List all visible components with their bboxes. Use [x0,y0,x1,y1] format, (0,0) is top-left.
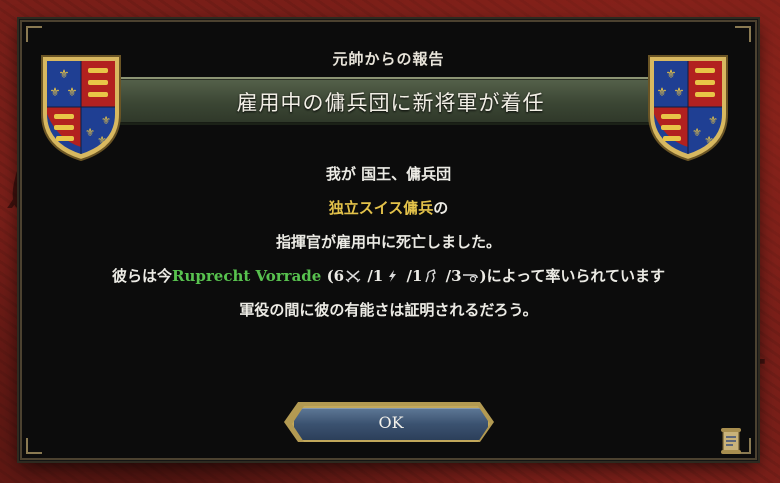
body-line-5: 軍役の間に彼の有能さは証明されるだろう。 [239,301,538,319]
coat-of-arms-icon: ⚜ ⚜ ⚜ ⚜ ⚜ ⚜ [41,55,121,162]
body-line-1: 我が 国王、傭兵団 [325,165,452,183]
svg-text:⚜: ⚜ [704,134,714,147]
shock-stat: /1 [362,267,384,285]
fire-stat: 6 [333,267,345,285]
siege-stat: /3 [440,267,462,285]
svg-text:⚜: ⚜ [97,134,107,147]
scroll-icon[interactable] [720,427,742,455]
horse-icon [425,269,437,283]
lightning-icon [389,270,397,282]
body-line-3: 指揮官が雇用中に死亡しました。 [275,233,501,251]
svg-text:⚜: ⚜ [50,85,61,99]
body-line-4-prefix: 彼らは今 [112,267,173,285]
dialog-title: 雇用中の傭兵団に新将軍が着任 [236,91,545,115]
dialog-corner [26,438,42,454]
coat-of-arms-icon: ⚜ ⚜ ⚜ ⚜ ⚜ ⚜ [648,55,728,162]
body-line-2-suffix: の [433,199,449,217]
body-line-2: 独立スイス傭兵の [22,191,755,225]
dialog-corner [735,26,751,42]
svg-text:⚜: ⚜ [692,126,702,139]
ok-button[interactable]: OK [292,406,490,442]
svg-text:⚜: ⚜ [101,114,111,127]
stats-open: ( [321,267,334,285]
maneuver-stat: /1 [401,267,423,285]
svg-text:⚜: ⚜ [708,114,718,127]
mercenary-unit-name: 独立スイス傭兵 [328,199,434,217]
svg-text:⚜: ⚜ [67,85,78,99]
event-dialog: 元帥からの報告 雇用中の傭兵団に新将軍が着任 ⚜ ⚜ ⚜ ⚜ ⚜ ⚜ ⚜ ⚜ ⚜… [20,20,757,460]
cannon-icon [462,274,478,283]
dialog-body: 我が 国王、傭兵団 独立スイス傭兵の 指揮官が雇用中に死亡しました。 彼らは今R… [22,157,755,327]
stats-close: )によって率いられています [479,267,665,285]
title-banner: 雇用中の傭兵団に新将軍が着任 [118,77,663,125]
svg-text:⚜: ⚜ [657,85,668,99]
svg-text:⚜: ⚜ [59,67,70,81]
body-line-4: 彼らは今Ruprecht Vorrade (6 /1 /1 /3 )によって率いら… [22,259,755,293]
svg-text:⚜: ⚜ [85,126,95,139]
dialog-corner [26,26,42,42]
general-name: Ruprecht Vorrade [172,267,322,285]
svg-text:⚜: ⚜ [674,85,685,99]
svg-text:⚜: ⚜ [666,67,677,81]
crossed-swords-icon [345,270,361,283]
